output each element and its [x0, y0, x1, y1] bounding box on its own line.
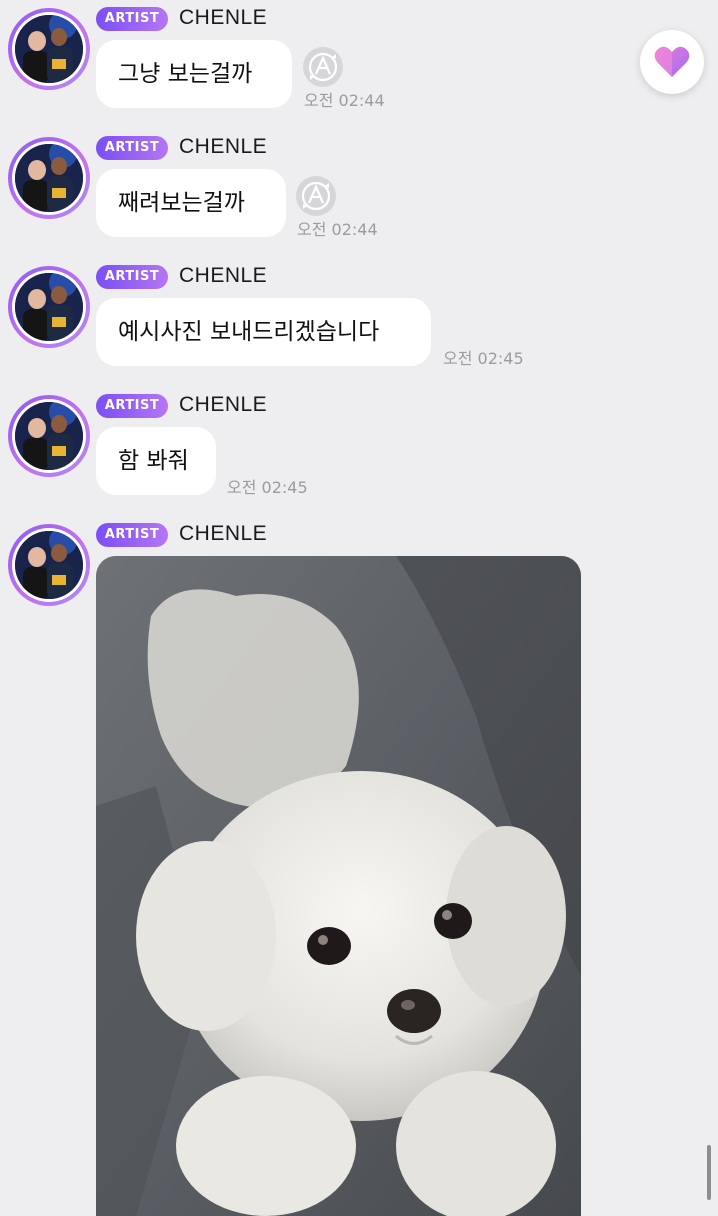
message-timestamp: 오전 02:45	[443, 349, 524, 368]
artist-badge: ARTIST	[96, 136, 168, 160]
message-bubble: 째려보는걸까	[96, 169, 286, 237]
chat-timeline[interactable]: ARTIST CHENLE 그냥 보는걸까 오전 02:44 ARTIST CH…	[0, 0, 718, 1216]
heart-button[interactable]	[640, 30, 704, 94]
message-bubble: 그냥 보는걸까	[96, 40, 292, 108]
artist-badge: ARTIST	[96, 394, 168, 418]
sender-name: CHENLE	[179, 393, 268, 416]
artist-badge: ARTIST	[96, 265, 168, 289]
artist-badge: ARTIST	[96, 523, 168, 547]
artist-avatar[interactable]	[8, 395, 90, 477]
message-photo[interactable]	[96, 556, 581, 1216]
message-item: ARTIST CHENLE	[0, 516, 718, 1216]
message-timestamp: 오전 02:45	[227, 478, 308, 497]
message-item: ARTIST CHENLE 함 봐줘 오전 02:45	[0, 387, 718, 499]
artist-avatar[interactable]	[8, 8, 90, 90]
message-bubble: 예시사진 보내드리겠습니다	[96, 298, 431, 366]
message-item: ARTIST CHENLE 째려보는걸까 오전 02:44	[0, 129, 718, 241]
artist-avatar[interactable]	[8, 524, 90, 606]
translate-icon[interactable]	[303, 47, 343, 87]
sender-name: CHENLE	[179, 264, 268, 287]
translate-icon[interactable]	[296, 176, 336, 216]
heart-icon	[654, 46, 690, 77]
scrollbar[interactable]	[707, 1145, 711, 1200]
message-item: ARTIST CHENLE 그냥 보는걸까 오전 02:44	[0, 0, 718, 112]
artist-badge: ARTIST	[96, 7, 168, 31]
sender-name: CHENLE	[179, 6, 268, 29]
message-timestamp: 오전 02:44	[304, 91, 385, 110]
artist-avatar[interactable]	[8, 137, 90, 219]
message-item: ARTIST CHENLE 예시사진 보내드리겠습니다 오전 02:45	[0, 258, 718, 370]
message-timestamp: 오전 02:44	[297, 220, 378, 239]
sender-name: CHENLE	[179, 135, 268, 158]
sender-name: CHENLE	[179, 522, 268, 545]
message-bubble: 함 봐줘	[96, 427, 216, 495]
artist-avatar[interactable]	[8, 266, 90, 348]
